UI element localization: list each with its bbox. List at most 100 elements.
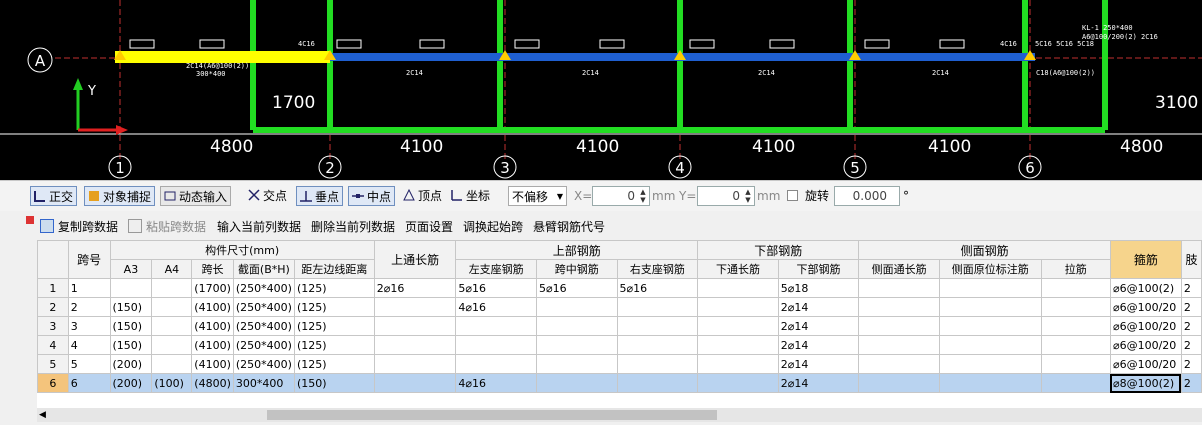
table-cell[interactable] [151,297,193,317]
swap-start-span-button[interactable]: 调换起始跨 [463,219,523,235]
horizontal-scrollbar[interactable]: ◀ [37,408,1202,422]
table-cell[interactable]: 2⌀14 [777,335,860,355]
table-cell[interactable]: 5⌀18 [777,278,860,298]
rotate-checkbox[interactable] [787,190,798,201]
table-cell[interactable] [1040,278,1111,298]
table-cell[interactable]: (250*400) [232,335,295,355]
table-cell[interactable]: (125) [293,297,375,317]
table-cell[interactable] [858,335,940,355]
cad-drawing-canvas[interactable]: 4C16 2C14(A6@100(2)) 300*400 2C14 2C14 2… [0,0,1202,180]
table-cell[interactable]: 2 [1180,278,1202,298]
table-cell[interactable]: 4⌀16 [455,373,538,393]
table-cell[interactable] [151,278,193,298]
table-cell[interactable] [858,354,940,374]
scrollbar-thumb[interactable] [267,410,717,420]
table-cell[interactable]: ⌀6@100/20 [1109,316,1182,336]
perpendicular-snap[interactable]: 垂点 [296,186,344,206]
cantilever-code-button[interactable]: 悬臂钢筋代号 [533,219,605,235]
table-cell[interactable]: 2⌀16 [373,278,457,298]
table-cell[interactable]: 5⌀16 [616,278,699,298]
table-cell[interactable] [938,373,1042,393]
table-cell[interactable]: 5⌀16 [455,278,538,298]
table-cell[interactable]: (250*400) [232,316,295,336]
table-cell[interactable]: 5 [67,354,111,374]
table-cell[interactable] [151,335,193,355]
x-input[interactable]: 0 ▲ ▼ [592,186,650,206]
spinner-icon[interactable]: ▲ ▼ [638,188,648,204]
table-cell[interactable] [151,354,193,374]
table-cell[interactable] [938,354,1042,374]
table-cell[interactable] [1040,354,1111,374]
table-cell[interactable]: (4100) [191,316,234,336]
table-cell[interactable]: ⌀6@100(2) [1109,278,1182,298]
table-cell[interactable] [697,335,779,355]
table-cell[interactable] [1040,335,1111,355]
table-cell[interactable] [455,354,538,374]
table-cell[interactable]: (125) [293,354,375,374]
midpoint-snap[interactable]: 中点 [348,186,396,206]
table-cell[interactable]: 2 [67,297,111,317]
table-cell[interactable]: 4⌀16 [455,297,538,317]
table-cell[interactable] [858,297,940,317]
table-cell[interactable]: (250*400) [232,278,295,298]
table-cell[interactable] [455,316,538,336]
table-cell[interactable] [697,354,779,374]
table-cell[interactable] [938,278,1042,298]
ortho-toggle[interactable]: 正交 [30,186,78,206]
table-cell[interactable]: (4100) [191,297,234,317]
table-cell[interactable]: 4 [67,335,111,355]
span-data-grid[interactable]: 跨号 构件尺寸(mm) 上通长筋 上部钢筋 下部钢筋 侧面钢筋 箍筋 肢 A3 … [37,240,1202,410]
table-cell[interactable]: 2 [1180,335,1202,355]
table-row[interactable]: 1 1 (1700) (250*400) (125) 2⌀16 5⌀16 5⌀16 5⌀16 5⌀… [37,278,1202,298]
table-cell[interactable] [373,354,457,374]
table-cell[interactable] [697,297,779,317]
coordinate-snap[interactable]: 坐标 [448,186,493,206]
table-row[interactable]: 2 2 (150) (4100) (250*400) (125) 4⌀16 2⌀14 ⌀6@10… [37,297,1202,317]
table-cell[interactable] [858,316,940,336]
table-cell[interactable]: 3 [67,316,111,336]
table-cell[interactable]: 2 [1180,373,1202,393]
scroll-left-icon[interactable]: ◀ [39,410,46,420]
table-cell[interactable] [616,335,699,355]
table-cell[interactable]: (250*400) [232,354,295,374]
page-setup-button[interactable]: 页面设置 [405,219,453,235]
table-cell[interactable] [616,316,699,336]
table-cell[interactable]: (150) [109,316,153,336]
table-cell[interactable]: (125) [293,335,375,355]
table-cell[interactable]: (200) [109,373,153,393]
table-cell[interactable]: 2⌀14 [777,373,860,393]
table-cell[interactable]: (150) [293,373,375,393]
table-cell[interactable] [616,373,699,393]
table-cell[interactable] [373,373,457,393]
table-cell[interactable] [697,373,779,393]
table-cell[interactable]: (125) [293,316,375,336]
paste-span-button[interactable]: 粘贴跨数据 [128,219,206,235]
dynamic-input-toggle[interactable]: 动态输入 [160,186,232,206]
table-cell[interactable] [151,316,193,336]
table-row[interactable]: 6 6 (200) (100) (4800) 300*400 (150) 4⌀16 2⌀14 ⌀8… [37,373,1202,393]
table-cell[interactable] [536,316,618,336]
table-cell[interactable]: 2 [1180,354,1202,374]
table-cell[interactable] [697,278,779,298]
vertex-snap[interactable]: 顶点 [400,186,445,206]
copy-span-button[interactable]: 复制跨数据 [40,219,118,235]
table-cell[interactable]: 2 [1180,316,1202,336]
table-row[interactable]: 5 5 (200) (4100) (250*400) (125) 2⌀14 ⌀6@100/20… [37,354,1202,374]
table-cell[interactable]: (150) [109,297,153,317]
table-cell[interactable]: (4100) [191,354,234,374]
table-cell[interactable]: (125) [293,278,375,298]
table-cell[interactable]: ⌀8@100(2) [1109,373,1182,393]
table-row[interactable]: 3 3 (150) (4100) (250*400) (125) 2⌀14 ⌀6@100/20… [37,316,1202,336]
table-cell[interactable] [616,297,699,317]
table-cell[interactable]: (200) [109,354,153,374]
table-cell[interactable] [536,354,618,374]
table-cell[interactable]: (1700) [191,278,234,298]
delete-column-button[interactable]: 删除当前列数据 [311,219,395,235]
table-cell[interactable] [938,297,1042,317]
object-snap-toggle[interactable]: 对象捕捉 [84,186,156,206]
input-column-button[interactable]: 输入当前列数据 [217,219,301,235]
table-cell[interactable] [536,335,618,355]
table-cell[interactable]: ⌀6@100/20 [1109,335,1182,355]
intersection-snap[interactable]: 交点 [245,186,290,206]
table-cell[interactable] [938,316,1042,336]
